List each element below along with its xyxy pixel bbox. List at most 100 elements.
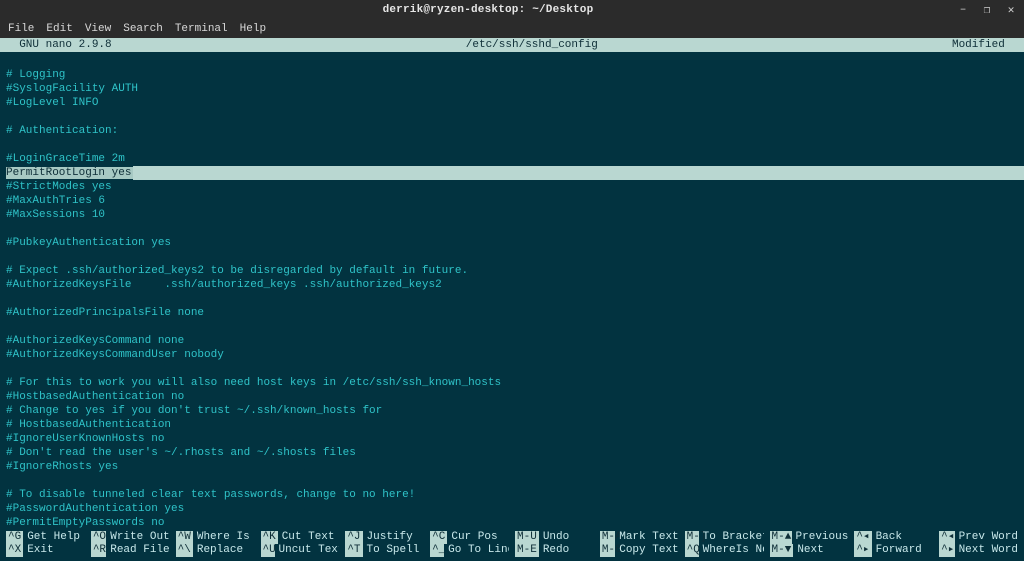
- editor-line: [6, 320, 1018, 334]
- window-title: derrik@ryzen-desktop: ~/Desktop: [20, 4, 956, 16]
- shortcut-item[interactable]: M-]To Bracket: [685, 531, 764, 544]
- nano-filepath: /etc/ssh/sshd_config: [112, 39, 952, 51]
- shortcut-item[interactable]: ^KCut Text: [261, 531, 340, 544]
- shortcut-label: Justify: [367, 531, 413, 544]
- editor-line: # To disable tunneled clear text passwor…: [6, 488, 1018, 502]
- shortcut-key: M-6: [600, 544, 615, 557]
- shortcut-key: ^C: [430, 531, 447, 544]
- shortcut-item[interactable]: ^O Write Out: [91, 531, 170, 544]
- shortcut-label: Exit: [27, 544, 53, 557]
- shortcut-item[interactable]: ^T To Spell: [345, 544, 424, 557]
- shortcut-key: ^X: [6, 544, 23, 557]
- editor-line: #AuthorizedKeysFile .ssh/authorized_keys…: [6, 278, 1018, 292]
- shortcut-item[interactable]: ^◂Back: [854, 531, 933, 544]
- shortcut-label: Prev Word: [959, 531, 1018, 544]
- editor-line: [6, 362, 1018, 376]
- shortcut-item[interactable]: ^CCur Pos: [430, 531, 509, 544]
- editor-line: # HostbasedAuthentication: [6, 418, 1018, 432]
- editor-line: [6, 474, 1018, 488]
- editor-area[interactable]: # Logging#SyslogFacility AUTH#LogLevel I…: [0, 52, 1024, 531]
- shortcut-item[interactable]: M-6 Copy Text: [600, 544, 679, 557]
- shortcut-key: ^O: [91, 531, 106, 544]
- shortcut-label: Copy Text: [619, 544, 678, 557]
- shortcut-key: M-A: [600, 531, 615, 544]
- nano-status: Modified: [952, 39, 1018, 51]
- editor-line: #PasswordAuthentication yes: [6, 502, 1018, 516]
- shortcut-key: ^_: [430, 544, 444, 557]
- shortcut-key: ^▸: [939, 544, 954, 557]
- editor-line: #HostbasedAuthentication no: [6, 390, 1018, 404]
- editor-line: [6, 222, 1018, 236]
- shortcut-item[interactable]: ^\Replace: [176, 544, 255, 557]
- shortcut-key: ^▸: [854, 544, 871, 557]
- shortcut-label: To Spell: [367, 544, 420, 557]
- terminal-window: derrik@ryzen-desktop: ~/Desktop – ❐ ✕ Fi…: [0, 0, 1024, 561]
- editor-line: [6, 138, 1018, 152]
- shortcut-item[interactable]: ^U Uncut Text: [261, 544, 340, 557]
- shortcut-label: Undo: [543, 531, 569, 544]
- shortcut-item[interactable]: M-▲Previous: [770, 531, 849, 544]
- shortcut-item[interactable]: ^▸ Forward: [854, 544, 933, 557]
- shortcut-item[interactable]: ^X Exit: [6, 544, 85, 557]
- shortcut-key: ^Q: [685, 544, 699, 557]
- editor-line: # Logging: [6, 68, 1018, 82]
- editor-line: #MaxSessions 10: [6, 208, 1018, 222]
- editor-line: [6, 110, 1018, 124]
- close-icon[interactable]: ✕: [1004, 3, 1018, 17]
- shortcut-key: ^G: [6, 531, 23, 544]
- shortcut-item[interactable]: ^GGet Help: [6, 531, 85, 544]
- shortcut-key: ^W: [176, 531, 193, 544]
- shortcut-item[interactable]: M-▼Next: [770, 544, 849, 557]
- shortcut-item[interactable]: ^RRead File: [91, 544, 170, 557]
- shortcut-label: Uncut Text: [279, 544, 340, 557]
- menu-search[interactable]: Search: [123, 23, 163, 35]
- maximize-icon[interactable]: ❐: [980, 3, 994, 17]
- shortcut-label: Previous: [796, 531, 849, 544]
- editor-line: [6, 292, 1018, 306]
- shortcut-label: Write Out: [110, 531, 169, 544]
- editor-line: # For this to work you will also need ho…: [6, 376, 1018, 390]
- editor-line: #AuthorizedPrincipalsFile none: [6, 306, 1018, 320]
- menubar: File Edit View Search Terminal Help: [0, 20, 1024, 38]
- shortcut-item[interactable]: ^Q WhereIs Next: [685, 544, 764, 557]
- editor-line: #PubkeyAuthentication yes: [6, 236, 1018, 250]
- shortcut-key: ^U: [261, 544, 275, 557]
- shortcut-item[interactable]: ^W Where Is: [176, 531, 255, 544]
- editor-line: #LoginGraceTime 2m: [6, 152, 1018, 166]
- shortcut-label: Next Word: [959, 544, 1018, 557]
- shortcut-item[interactable]: ^JJustify: [345, 531, 424, 544]
- shortcut-key: ^K: [261, 531, 278, 544]
- shortcut-key: M-E: [515, 544, 539, 557]
- editor-line: [6, 250, 1018, 264]
- shortcut-label: Where Is: [197, 531, 250, 544]
- menu-file[interactable]: File: [8, 23, 34, 35]
- editor-line: #PermitEmptyPasswords no: [6, 516, 1018, 530]
- menu-help[interactable]: Help: [240, 23, 266, 35]
- shortcut-item[interactable]: ^_ Go To Line: [430, 544, 509, 557]
- shortcut-key: ^T: [345, 544, 362, 557]
- menu-terminal[interactable]: Terminal: [175, 23, 228, 35]
- shortcut-item[interactable]: M-UUndo: [515, 531, 594, 544]
- shortcut-label: Mark Text: [619, 531, 678, 544]
- shortcut-label: Next: [797, 544, 823, 557]
- editor-line: # Expect .ssh/authorized_keys2 to be dis…: [6, 264, 1018, 278]
- shortcut-key: ^◂: [854, 531, 871, 544]
- shortcut-item[interactable]: ^▸ Next Word: [939, 544, 1018, 557]
- shortcut-key: ^\: [176, 544, 193, 557]
- shortcut-item[interactable]: M-A Mark Text: [600, 531, 679, 544]
- nano-version: GNU nano 2.9.8: [6, 39, 112, 51]
- editor-line: [6, 54, 1018, 68]
- shortcut-label: Read File: [110, 544, 169, 557]
- shortcut-label: Redo: [543, 544, 569, 557]
- editor-line: #LogLevel INFO: [6, 96, 1018, 110]
- shortcut-label: WhereIs Next: [703, 544, 764, 557]
- menu-view[interactable]: View: [85, 23, 111, 35]
- nano-header: GNU nano 2.9.8 /etc/ssh/sshd_config Modi…: [0, 38, 1024, 52]
- shortcut-item[interactable]: ^◂Prev Word: [939, 531, 1018, 544]
- minimize-icon[interactable]: –: [956, 4, 970, 16]
- shortcut-item[interactable]: M-E Redo: [515, 544, 594, 557]
- shortcut-label: Forward: [876, 544, 922, 557]
- shortcut-label: Go To Line: [448, 544, 509, 557]
- menu-edit[interactable]: Edit: [46, 23, 72, 35]
- shortcut-label: To Bracket: [703, 531, 764, 544]
